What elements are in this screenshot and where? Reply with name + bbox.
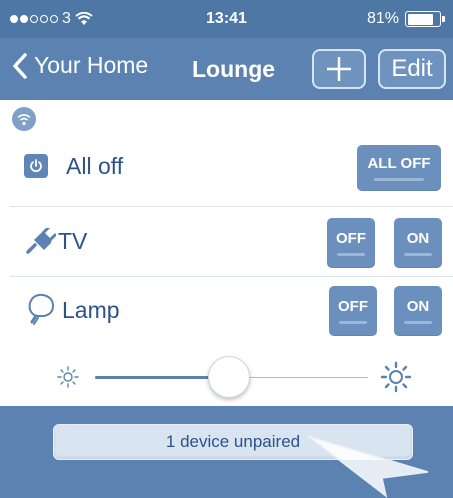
all-off-label: All off [66,153,124,179]
power-icon [24,154,48,178]
back-label: Your Home [34,52,149,78]
navigation-bar: Your Home Lounge Edit [0,38,453,100]
slider-track-empty [230,377,368,378]
brightness-high-icon [380,361,412,393]
brightness-low-icon [57,366,79,388]
lamp-on-button[interactable]: ON [394,286,442,336]
battery-percent: 81% [366,10,399,27]
status-bar: 3 13:41 81% [0,0,453,38]
tv-row: TV OFF ON [0,208,453,278]
edit-button[interactable]: Edit [378,49,446,89]
lamp-off-button[interactable]: OFF [329,286,377,336]
bottom-bar: 1 device unpaired [0,406,453,498]
lamp-on-label: ON [406,298,430,315]
lamp-icon [24,292,56,331]
wifi-icon [12,107,36,131]
page-title: Lounge [192,56,276,82]
all-off-row: All off ALL OFF [0,138,453,208]
lamp-label: Lamp [62,297,120,323]
plug-icon [26,226,57,259]
battery-indicator: 81% [366,10,445,28]
add-button[interactable] [312,49,366,89]
battery-icon [405,11,445,27]
tv-off-label: OFF [336,230,366,247]
chevron-left-icon [13,52,27,79]
tv-on-label: ON [406,230,430,247]
all-off-button[interactable]: ALL OFF [357,145,441,191]
all-off-button-label: ALL OFF [367,155,431,172]
unpaired-label: 1 device unpaired [165,432,301,451]
plus-icon [327,57,351,81]
arrow-pointer-icon [307,435,429,498]
back-button[interactable]: Your Home [12,52,148,79]
lamp-off-label: OFF [338,298,368,315]
lamp-row: Lamp OFF ON [0,278,453,348]
tv-label: TV [58,228,88,254]
slider-thumb[interactable] [208,356,250,398]
tv-off-button[interactable]: OFF [327,218,375,268]
dimmer-slider[interactable] [0,355,453,405]
tv-on-button[interactable]: ON [394,218,442,268]
